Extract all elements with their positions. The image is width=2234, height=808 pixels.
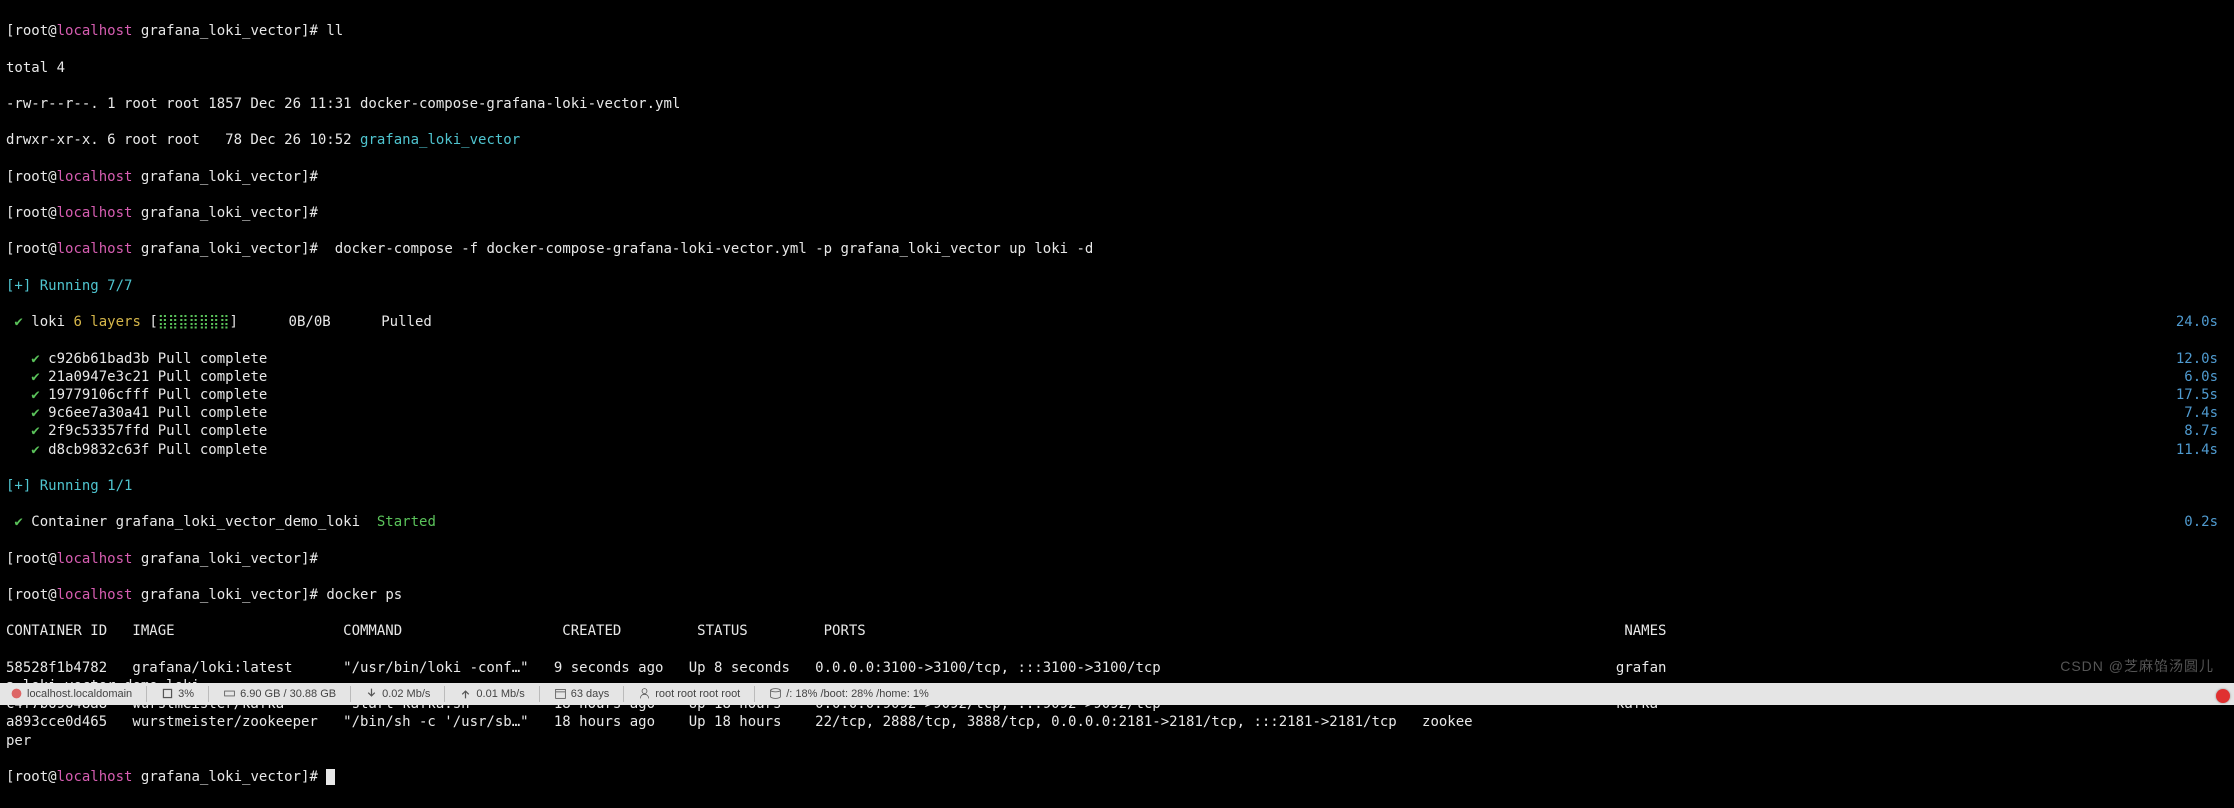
sb-down: 0.02 Mb/s <box>359 687 436 701</box>
command-ps: docker ps <box>326 587 402 603</box>
prompt-line: [root@localhost grafana_loki_vector]# <box>6 168 2228 186</box>
prompt-line: [root@localhost grafana_loki_vector]# <box>6 550 2228 568</box>
separator <box>146 686 147 702</box>
cursor[interactable] <box>326 769 335 785</box>
sb-host: localhost.localdomain <box>4 687 138 701</box>
disk-icon <box>769 687 782 700</box>
separator <box>208 686 209 702</box>
sb-users: root root root root <box>632 687 746 701</box>
ps-row: 58528f1b4782 grafana/loki:latest "/usr/b… <box>6 659 2228 677</box>
cpu-icon <box>161 687 174 700</box>
sb-up: 0.01 Mb/s <box>453 687 530 701</box>
pull-layer: ✔ 21a0947e3c21 Pull complete 6.0s <box>6 368 2228 386</box>
sb-cpu: 3% <box>155 687 200 701</box>
status-bar: localhost.localdomain 3% 6.90 GB / 30.88… <box>0 683 2234 705</box>
ll-total: total 4 <box>6 59 2228 77</box>
ll-file: -rw-r--r--. 1 root root 1857 Dec 26 11:3… <box>6 95 2228 113</box>
ps-row: per <box>6 732 2228 750</box>
calendar-icon <box>554 687 567 700</box>
prompt-line: [root@localhost grafana_loki_vector]# do… <box>6 240 2228 258</box>
ps-header: CONTAINER ID IMAGE COMMAND CREATED STATU… <box>6 622 2228 640</box>
prompt-line: [root@localhost grafana_loki_vector]# do… <box>6 586 2228 604</box>
container-started: ✔ Container grafana_loki_vector_demo_lok… <box>6 513 2228 531</box>
watermark: CSDN @芝麻馅汤圆儿 <box>2060 657 2214 675</box>
running-header: [+] Running 1/1 <box>6 477 2228 495</box>
prompt-line[interactable]: [root@localhost grafana_loki_vector]# <box>6 768 2228 786</box>
separator <box>444 686 445 702</box>
sb-disk: /: 18% /boot: 28% /home: 1% <box>763 687 934 701</box>
memory-icon <box>223 687 236 700</box>
upload-icon <box>459 687 472 700</box>
prompt-line: [root@localhost grafana_loki_vector]# ll <box>6 22 2228 40</box>
separator <box>539 686 540 702</box>
pull-layer: ✔ 2f9c53357ffd Pull complete 8.7s <box>6 422 2228 440</box>
notification-dot-icon[interactable] <box>2216 689 2230 703</box>
command-compose: docker-compose -f docker-compose-grafana… <box>326 241 1093 257</box>
separator <box>754 686 755 702</box>
pull-layer: ✔ 9c6ee7a30a41 Pull complete 7.4s <box>6 404 2228 422</box>
ps-row: a893cce0d465 wurstmeister/zookeeper "/bi… <box>6 713 2228 731</box>
prompt-line: [root@localhost grafana_loki_vector]# <box>6 204 2228 222</box>
separator <box>350 686 351 702</box>
pull-layer: ✔ 19779106cfff Pull complete 17.5s <box>6 386 2228 404</box>
sb-uptime: 63 days <box>548 687 616 701</box>
command-ll: ll <box>326 23 343 39</box>
user-icon <box>638 687 651 700</box>
host-icon <box>10 687 23 700</box>
download-icon <box>365 687 378 700</box>
pull-layer: ✔ c926b61bad3b Pull complete 12.0s <box>6 350 2228 368</box>
ll-dir: drwxr-xr-x. 6 root root 78 Dec 26 10:52 … <box>6 131 2228 149</box>
separator <box>623 686 624 702</box>
running-header: [+] Running 7/7 <box>6 277 2228 295</box>
pull-layer: ✔ d8cb9832c63f Pull complete 11.4s <box>6 441 2228 459</box>
pull-loki: ✔ loki 6 layers [⣿⣿⣿⣿⣿⣿⣿] 0B/0B Pulled 2… <box>6 313 2228 331</box>
sb-mem: 6.90 GB / 30.88 GB <box>217 687 342 701</box>
